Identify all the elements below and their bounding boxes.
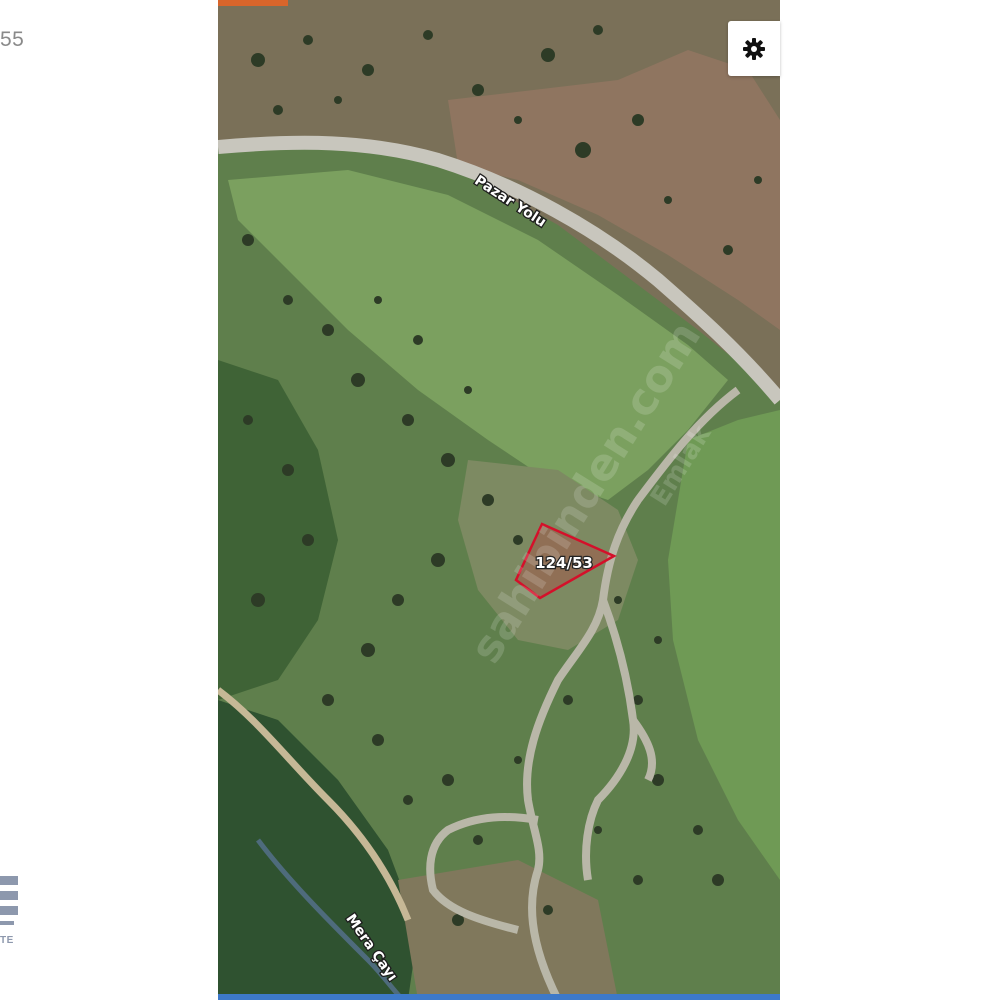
left-text-fragment: 55 [0,28,25,51]
gear-icon [743,37,765,60]
brand-logo-fragment: TE [0,872,22,958]
bottom-accent-strip [218,994,780,1000]
brand-logo-bar [0,891,18,900]
satellite-map[interactable]: sahibinden.com Emlak Pazar Yolu Mera Çay… [218,0,780,1000]
parcel-label: 124/53 [535,554,593,572]
brand-logo-bar [0,876,18,885]
brand-logo-text: TE [0,935,14,946]
settings-button[interactable] [728,21,780,76]
map-canvas: sahibinden.com Emlak Pazar Yolu Mera Çay… [218,0,780,1000]
brand-logo-bar [0,921,14,925]
top-accent-strip [218,0,288,6]
brand-logo-bar [0,906,18,915]
